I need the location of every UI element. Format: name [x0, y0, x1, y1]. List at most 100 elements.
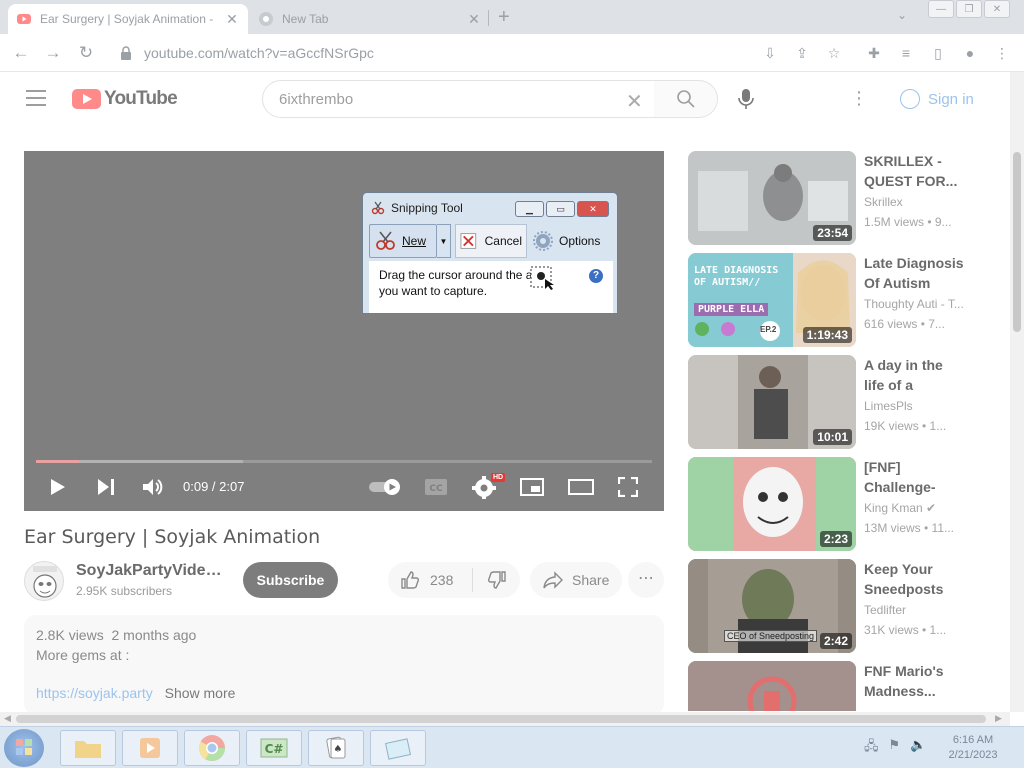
youtube-logo[interactable]: YouTube	[72, 88, 178, 110]
clear-search-icon[interactable]: ✕	[626, 89, 643, 114]
captions-icon[interactable]: CC	[424, 478, 448, 496]
video-thumbnail[interactable]: 10:01	[688, 355, 856, 449]
channel-avatar[interactable]	[24, 561, 64, 601]
csharp-icon: C#	[260, 738, 288, 758]
subscribe-button[interactable]: Subscribe	[243, 562, 338, 598]
play-icon[interactable]	[48, 477, 68, 497]
fullscreen-icon[interactable]	[618, 477, 638, 497]
video-thumbnail[interactable]: LATE DIAGNOSIS OF AUTISM// PURPLE ELLA E…	[688, 253, 856, 347]
action-center-flag-icon[interactable]: ⚑	[889, 737, 901, 759]
vertical-scroll-thumb[interactable]	[1013, 152, 1021, 332]
more-actions-button[interactable]: ⋯	[628, 562, 664, 598]
recommended-video[interactable]: 23:54 SKRILLEX - QUEST FOR... Skrillex 1…	[688, 151, 988, 245]
url-text: youtube.com/watch?v=aGccfNSrGpc	[144, 45, 374, 61]
autoplay-toggle[interactable]	[368, 478, 402, 496]
taskbar-chrome[interactable]	[184, 730, 240, 766]
close-tab-icon[interactable]: ✕	[224, 11, 240, 28]
recommended-video[interactable]: LATE DIAGNOSIS OF AUTISM// PURPLE ELLA E…	[688, 253, 988, 347]
recommended-video[interactable]: 2:23 [FNF] Challenge-ED... King Kman ✔ 1…	[688, 457, 988, 551]
reload-button[interactable]: ↻	[75, 42, 97, 64]
dislike-button[interactable]	[473, 570, 520, 590]
search-button[interactable]	[654, 80, 718, 118]
taskbar-snipping-tool[interactable]	[370, 730, 426, 766]
extensions-icon[interactable]: ✚	[864, 43, 884, 63]
theater-mode-icon[interactable]	[568, 479, 594, 495]
system-clock[interactable]: 6:16 AM 2/21/2023	[942, 733, 1004, 763]
recommended-video[interactable]: 10:01 A day in the life of a THEATRE... …	[688, 355, 988, 449]
progress-played	[36, 460, 80, 463]
vertical-scrollbar[interactable]	[1010, 72, 1024, 712]
miniplayer-icon[interactable]	[520, 478, 544, 496]
side-panel-icon[interactable]: ▯	[928, 43, 948, 63]
restore-button[interactable]: ❐	[956, 0, 982, 18]
taskbar-csharp-app[interactable]: C#	[246, 730, 302, 766]
start-button[interactable]	[4, 729, 44, 767]
media-control-icon[interactable]: ≡	[896, 43, 916, 63]
video-thumbnail[interactable]	[688, 661, 856, 711]
scroll-left-arrow-icon[interactable]: ◀	[4, 713, 11, 724]
snip-maximize-button[interactable]: ▭	[546, 201, 575, 217]
clock-time: 6:16 AM	[952, 734, 994, 746]
close-window-button[interactable]: ✕	[984, 0, 1010, 18]
search-input[interactable]: 6ixthrembo	[262, 80, 655, 118]
verified-icon: ✔	[926, 501, 937, 515]
bookmark-star-icon[interactable]: ☆	[824, 43, 844, 63]
description-box[interactable]: 2.8K views 2 months ago More gems at : h…	[24, 615, 664, 715]
recommended-video[interactable]: CEO of Sneedposting 2:42 Keep Your Sneed…	[688, 559, 988, 653]
tab-search-button[interactable]: ⌄	[897, 8, 907, 22]
menu-icon[interactable]	[26, 90, 46, 106]
voice-search-button[interactable]	[730, 80, 762, 118]
recommended-meta: 616 views • 7...	[864, 317, 945, 331]
help-icon[interactable]: ?	[589, 269, 603, 283]
tab-new-tab[interactable]: New Tab ✕	[250, 4, 490, 34]
sign-in-button[interactable]: Sign in	[890, 82, 984, 116]
address-bar[interactable]: youtube.com/watch?v=aGccfNSrGpc	[108, 39, 776, 67]
thumbs-down-icon	[487, 571, 506, 589]
browser-menu-icon[interactable]: ⋮	[992, 43, 1012, 63]
horizontal-scrollbar[interactable]: ◀ ▶	[0, 712, 1010, 726]
forward-button[interactable]: →	[42, 42, 64, 64]
volume-icon[interactable]	[142, 477, 164, 497]
taskbar-solitaire[interactable]: ♠	[308, 730, 364, 766]
install-app-icon[interactable]: ⇩	[760, 43, 780, 63]
youtube-wordmark: YouTube	[104, 88, 178, 109]
share-page-icon[interactable]: ⇪	[792, 43, 812, 63]
horizontal-scroll-thumb[interactable]	[16, 715, 986, 723]
snip-minimize-button[interactable]: ▁	[515, 201, 544, 217]
tab-youtube[interactable]: Ear Surgery | Soyjak Animation - ✕	[8, 4, 248, 34]
new-tab-button[interactable]: +	[498, 6, 510, 29]
minimize-button[interactable]: —	[928, 0, 954, 18]
recommended-video[interactable]: FNF Mario's Madness...	[688, 661, 988, 711]
snip-close-button[interactable]: ✕	[577, 201, 609, 217]
progress-bar[interactable]	[36, 460, 652, 463]
description-link[interactable]: https://soyjak.party	[36, 685, 153, 701]
channel-name[interactable]: SoyJakPartyVideo...	[76, 562, 226, 580]
network-icon[interactable]: 🖧	[864, 737, 879, 759]
show-more-button[interactable]: Show more	[165, 685, 236, 701]
like-button[interactable]: 238	[388, 568, 473, 592]
youtube-favicon-icon	[17, 14, 31, 24]
video-thumbnail[interactable]: CEO of Sneedposting 2:42	[688, 559, 856, 653]
video-duration: 2:42	[819, 633, 852, 649]
taskbar-media-player[interactable]	[122, 730, 178, 766]
cancel-snip-button[interactable]: Cancel	[455, 224, 527, 258]
new-snip-label: New	[402, 234, 427, 248]
snip-options-button[interactable]: Options	[529, 224, 604, 258]
settings-dots-icon[interactable]: ⋮	[850, 88, 868, 109]
snip-mode-dropdown[interactable]: ▼	[437, 224, 451, 258]
share-button[interactable]: Share	[530, 562, 622, 598]
video-thumbnail[interactable]: 2:23	[688, 457, 856, 551]
windows-taskbar: C# ♠ 🖧 ⚑ 🔈 6:16 AM 2/21/2023	[0, 726, 1024, 768]
close-tab-icon[interactable]: ✕	[466, 11, 482, 28]
time-display: 0:09 / 2:07	[183, 479, 245, 494]
recommended-channel: LimesPls	[864, 399, 913, 413]
video-thumbnail[interactable]: 23:54	[688, 151, 856, 245]
taskbar-file-explorer[interactable]	[60, 730, 116, 766]
scroll-right-arrow-icon[interactable]: ▶	[995, 713, 1002, 724]
speaker-icon[interactable]: 🔈	[910, 737, 926, 759]
back-button[interactable]: ←	[10, 42, 32, 64]
new-snip-button[interactable]: New	[369, 224, 437, 258]
profile-icon[interactable]: ●	[960, 43, 980, 63]
description-text: More gems at :	[36, 647, 130, 663]
next-icon[interactable]	[96, 478, 116, 496]
